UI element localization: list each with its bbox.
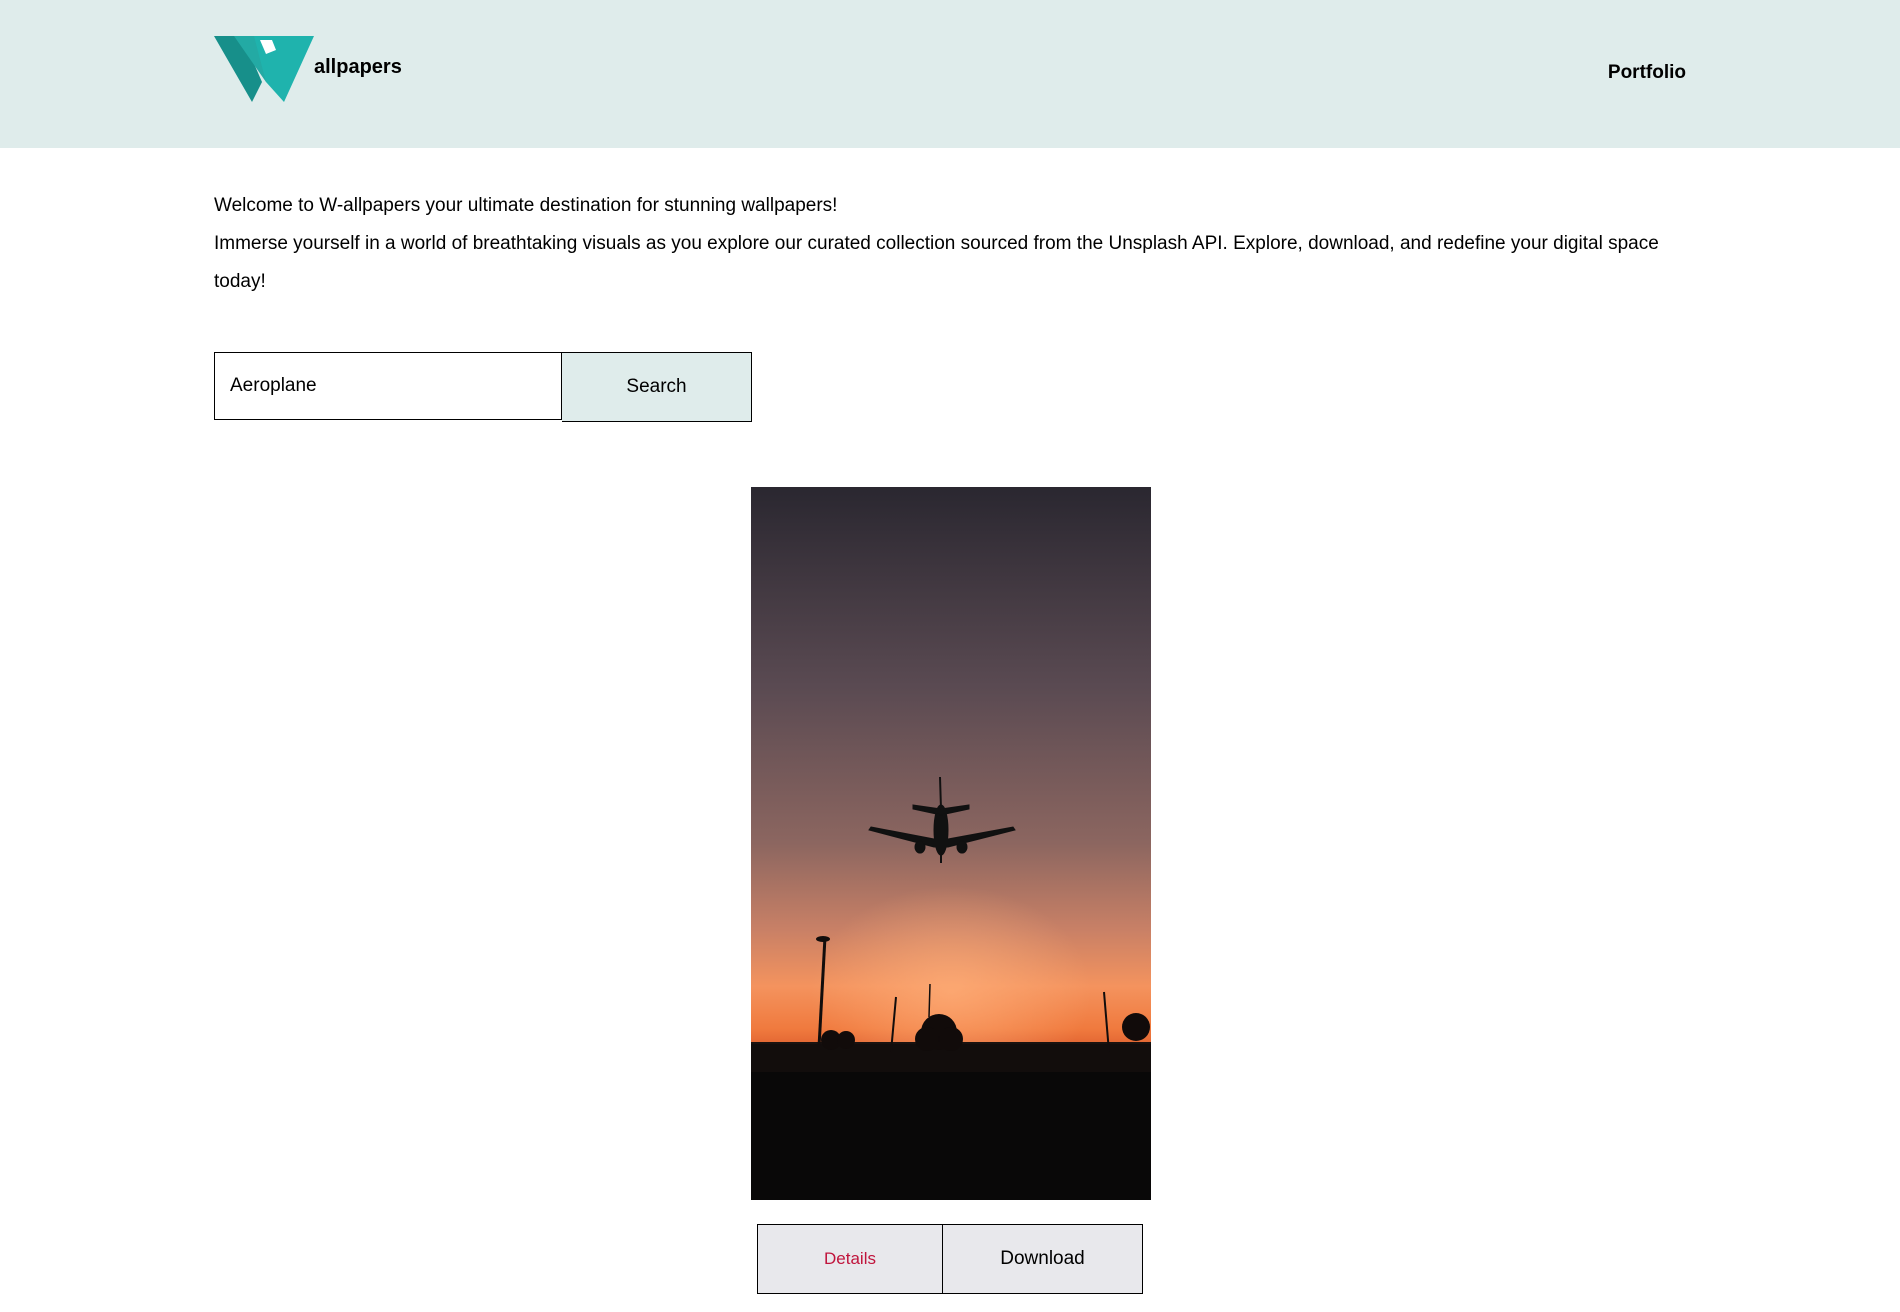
intro-welcome: Welcome to W-allpapers your ultimate des…: [214, 195, 838, 216]
search-bar: Search: [214, 352, 752, 422]
airplane-sunset-photo: [751, 487, 1151, 1200]
site-header: allpapers Portfolio: [0, 0, 1900, 148]
intro-description: Immerse yourself in a world of breathtak…: [214, 233, 1659, 292]
intro-text: Welcome to W-allpapers your ultimate des…: [214, 187, 1684, 301]
search-input[interactable]: [214, 352, 562, 420]
details-button[interactable]: Details: [757, 1224, 943, 1294]
w-logo-icon: [214, 36, 314, 102]
wallpaper-image[interactable]: [751, 487, 1151, 1200]
search-button[interactable]: Search: [562, 352, 752, 422]
nav-portfolio-link[interactable]: Portfolio: [1608, 62, 1686, 84]
wallpaper-actions: Details Download: [757, 1224, 1143, 1294]
logo-text: allpapers: [314, 55, 402, 78]
download-button[interactable]: Download: [943, 1224, 1143, 1294]
logo[interactable]: allpapers: [214, 34, 402, 104]
